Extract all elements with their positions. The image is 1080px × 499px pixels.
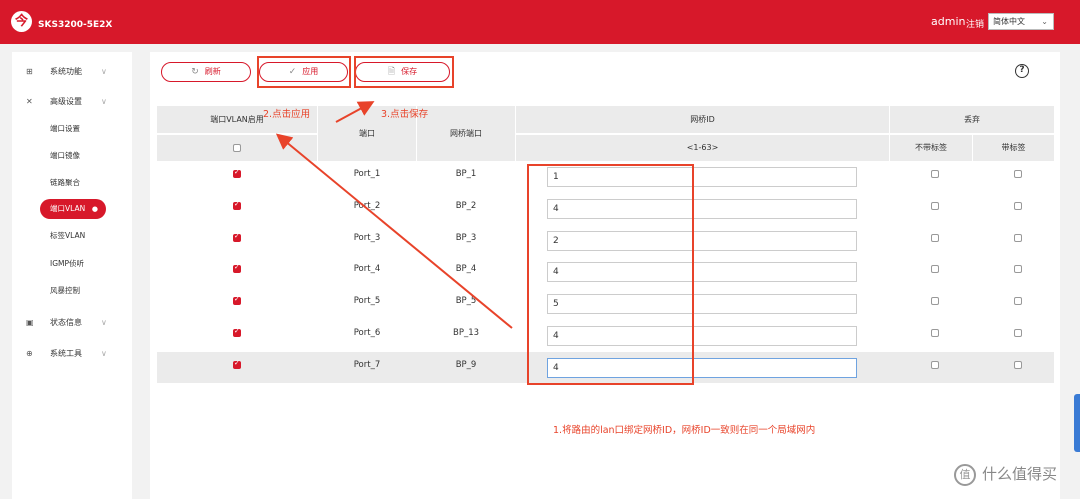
annotation-arrows xyxy=(275,101,513,329)
watermark-text: 什么值得买 xyxy=(982,465,1058,483)
watermark-logo-icon: 值 xyxy=(954,464,976,486)
annotation-step1: 1.将路由的lan口绑定网桥ID，网桥ID一致则在同一个局域网内 xyxy=(553,425,816,436)
side-scroll-tab[interactable] xyxy=(1074,394,1080,452)
arrow-to-save xyxy=(335,101,375,123)
arrow-to-enable-column xyxy=(275,133,513,329)
annotation-step3: 3.点击保存 xyxy=(381,109,429,120)
annotation-step2: 2.点击应用 xyxy=(263,109,311,120)
